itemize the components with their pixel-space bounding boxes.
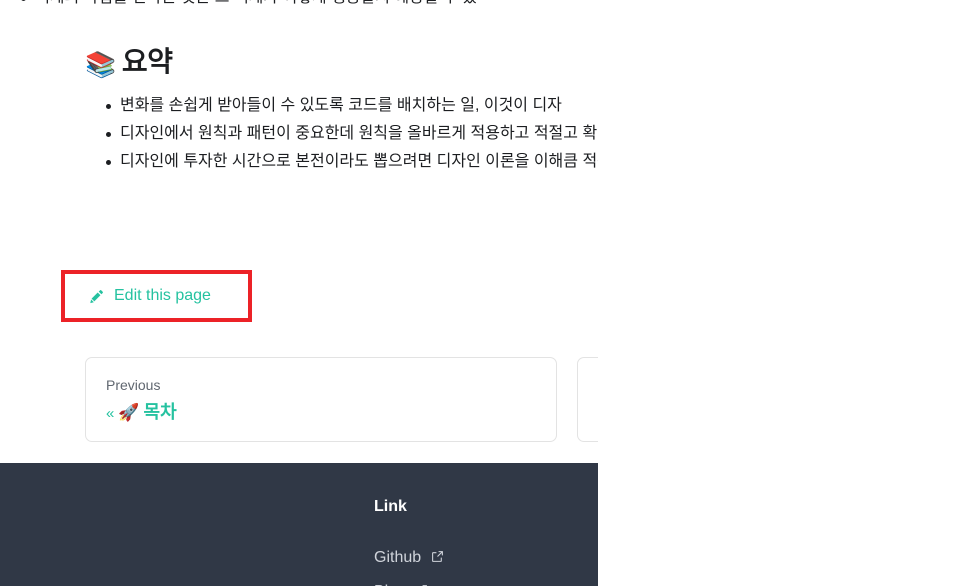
- browser-page-viewport: 객체의 타입을 안다는 것은 그 객체가 어떻게 행동할지 예상할 수 있 📚요…: [0, 0, 598, 586]
- footer-link-blog[interactable]: Blog: [374, 575, 444, 586]
- pagination-previous-card[interactable]: Previous «🚀 목차: [85, 357, 557, 442]
- footer-link-github-label: Github: [374, 549, 422, 566]
- books-icon: 📚: [85, 51, 116, 79]
- chevron-left-icon: «: [106, 405, 115, 422]
- pagination-next-card[interactable]: 🔶: [577, 357, 598, 442]
- pagination-previous-label: Previous: [106, 377, 161, 393]
- pagination-nav: Previous «🚀목차 🔶: [85, 357, 598, 442]
- edit-this-page-label: Edit this page: [114, 287, 211, 304]
- list-item: 변화를 손쉽게 받아들이 수 있도록 코드를 배치하는 일, 이것이 디자: [85, 92, 598, 120]
- list-item: 객체의 타입을 안다는 것은 그 객체가 어떻게 행동할지 예상할 수 있: [0, 0, 598, 12]
- external-link-icon: [431, 550, 444, 563]
- footer-link-column-title: Link: [374, 498, 407, 515]
- summary-list: 변화를 손쉽게 받아들이 수 있도록 코드를 배치하는 일, 이것이 디자 디자…: [85, 92, 598, 176]
- footer-link-github[interactable]: Github: [374, 541, 444, 575]
- pagination-previous-title: «🚀 목차: [106, 399, 536, 427]
- page-title: 📚 요약: [85, 44, 173, 83]
- rocket-icon: 🚀: [118, 403, 140, 422]
- pencil-icon: [88, 288, 105, 305]
- edit-this-page-link[interactable]: Edit this page: [88, 286, 211, 306]
- footer-column-link: Link Github Blog: [374, 495, 444, 586]
- list-item: 디자인에서 원칙과 패턴이 중요한데 원칙을 올바르게 적용하고 적절고 확신할…: [85, 120, 598, 148]
- section-heading-label: 요약: [121, 46, 173, 77]
- pagination-previous-title-label: 목차: [143, 402, 177, 422]
- site-footer: 립트 Link Github Blog: [0, 463, 598, 586]
- list-item: 디자인에 투자한 시간으로 본전이라도 뽑으려면 디자인 이론을 이해큼 적용할…: [85, 148, 598, 176]
- clipped-previous-list: 객체의 타입을 안다는 것은 그 객체가 어떻게 행동할지 예상할 수 있: [0, 0, 598, 12]
- footer-columns: 립트 Link Github Blog: [0, 463, 598, 586]
